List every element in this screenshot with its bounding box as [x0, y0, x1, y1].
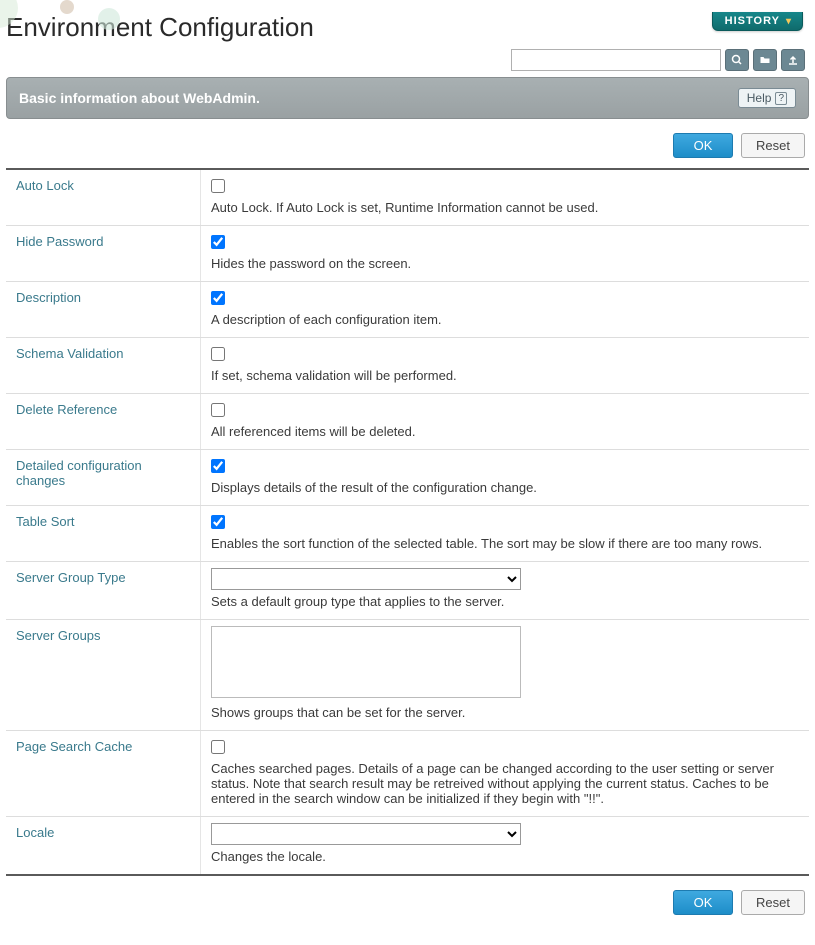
row-description: Description A description of each config… — [6, 282, 809, 338]
auto-lock-checkbox[interactable] — [211, 179, 225, 193]
search-icon — [731, 54, 743, 66]
row-delete-reference: Delete Reference All referenced items wi… — [6, 394, 809, 450]
table-sort-desc: Enables the sort function of the selecte… — [211, 536, 799, 551]
search-input[interactable] — [511, 49, 721, 71]
row-server-group-type: Server Group Type Sets a default group t… — [6, 562, 809, 620]
ok-button-bottom[interactable]: OK — [673, 890, 733, 915]
history-label: HISTORY — [725, 15, 780, 27]
detailed-changes-desc: Displays details of the result of the co… — [211, 480, 799, 495]
section-title: Basic information about WebAdmin. — [19, 90, 260, 106]
description-checkbox[interactable] — [211, 291, 225, 305]
history-tab[interactable]: HISTORY ▾ — [712, 12, 803, 31]
toolbar — [6, 49, 809, 71]
label-page-search-cache: Page Search Cache — [6, 731, 201, 816]
chevron-down-icon: ▾ — [786, 16, 792, 27]
hide-password-desc: Hides the password on the screen. — [211, 256, 799, 271]
label-locale: Locale — [6, 817, 201, 874]
row-table-sort: Table Sort Enables the sort function of … — [6, 506, 809, 562]
row-hide-password: Hide Password Hides the password on the … — [6, 226, 809, 282]
label-hide-password: Hide Password — [6, 226, 201, 281]
page-search-cache-desc: Caches searched pages. Details of a page… — [211, 761, 799, 806]
locale-desc: Changes the locale. — [211, 849, 799, 864]
label-description: Description — [6, 282, 201, 337]
auto-lock-desc: Auto Lock. If Auto Lock is set, Runtime … — [211, 200, 799, 215]
delete-reference-desc: All referenced items will be deleted. — [211, 424, 799, 439]
bottom-button-row: OK Reset — [6, 890, 805, 915]
table-sort-checkbox[interactable] — [211, 515, 225, 529]
row-server-groups: Server Groups Shows groups that can be s… — [6, 620, 809, 731]
label-server-group-type: Server Group Type — [6, 562, 201, 619]
label-auto-lock: Auto Lock — [6, 170, 201, 225]
row-schema-validation: Schema Validation If set, schema validat… — [6, 338, 809, 394]
upload-icon — [787, 54, 799, 66]
reset-button[interactable]: Reset — [741, 133, 805, 158]
description-desc: A description of each configuration item… — [211, 312, 799, 327]
export-button[interactable] — [781, 49, 805, 71]
row-detailed-changes: Detailed configuration changes Displays … — [6, 450, 809, 506]
help-label: Help — [747, 91, 772, 105]
label-schema-validation: Schema Validation — [6, 338, 201, 393]
reset-button-bottom[interactable]: Reset — [741, 890, 805, 915]
server-group-type-desc: Sets a default group type that applies t… — [211, 594, 799, 609]
ok-button[interactable]: OK — [673, 133, 733, 158]
label-table-sort: Table Sort — [6, 506, 201, 561]
hide-password-checkbox[interactable] — [211, 235, 225, 249]
help-button[interactable]: Help ? — [738, 88, 796, 108]
page-title: Environment Configuration — [6, 12, 809, 43]
page-search-cache-checkbox[interactable] — [211, 740, 225, 754]
import-button[interactable] — [753, 49, 777, 71]
server-groups-textarea[interactable] — [211, 626, 521, 698]
row-page-search-cache: Page Search Cache Caches searched pages.… — [6, 731, 809, 817]
section-header: Basic information about WebAdmin. Help ? — [6, 77, 809, 119]
top-button-row: OK Reset — [6, 133, 805, 158]
row-auto-lock: Auto Lock Auto Lock. If Auto Lock is set… — [6, 170, 809, 226]
detailed-changes-checkbox[interactable] — [211, 459, 225, 473]
row-locale: Locale Changes the locale. — [6, 817, 809, 874]
locale-select[interactable] — [211, 823, 521, 845]
delete-reference-checkbox[interactable] — [211, 403, 225, 417]
label-delete-reference: Delete Reference — [6, 394, 201, 449]
schema-validation-checkbox[interactable] — [211, 347, 225, 361]
label-detailed-changes: Detailed configuration changes — [6, 450, 201, 505]
folder-open-icon — [758, 54, 772, 66]
config-table: Auto Lock Auto Lock. If Auto Lock is set… — [6, 168, 809, 876]
search-button[interactable] — [725, 49, 749, 71]
schema-validation-desc: If set, schema validation will be perfor… — [211, 368, 799, 383]
server-group-type-select[interactable] — [211, 568, 521, 590]
label-server-groups: Server Groups — [6, 620, 201, 730]
help-icon: ? — [775, 92, 787, 105]
server-groups-desc: Shows groups that can be set for the ser… — [211, 705, 799, 720]
